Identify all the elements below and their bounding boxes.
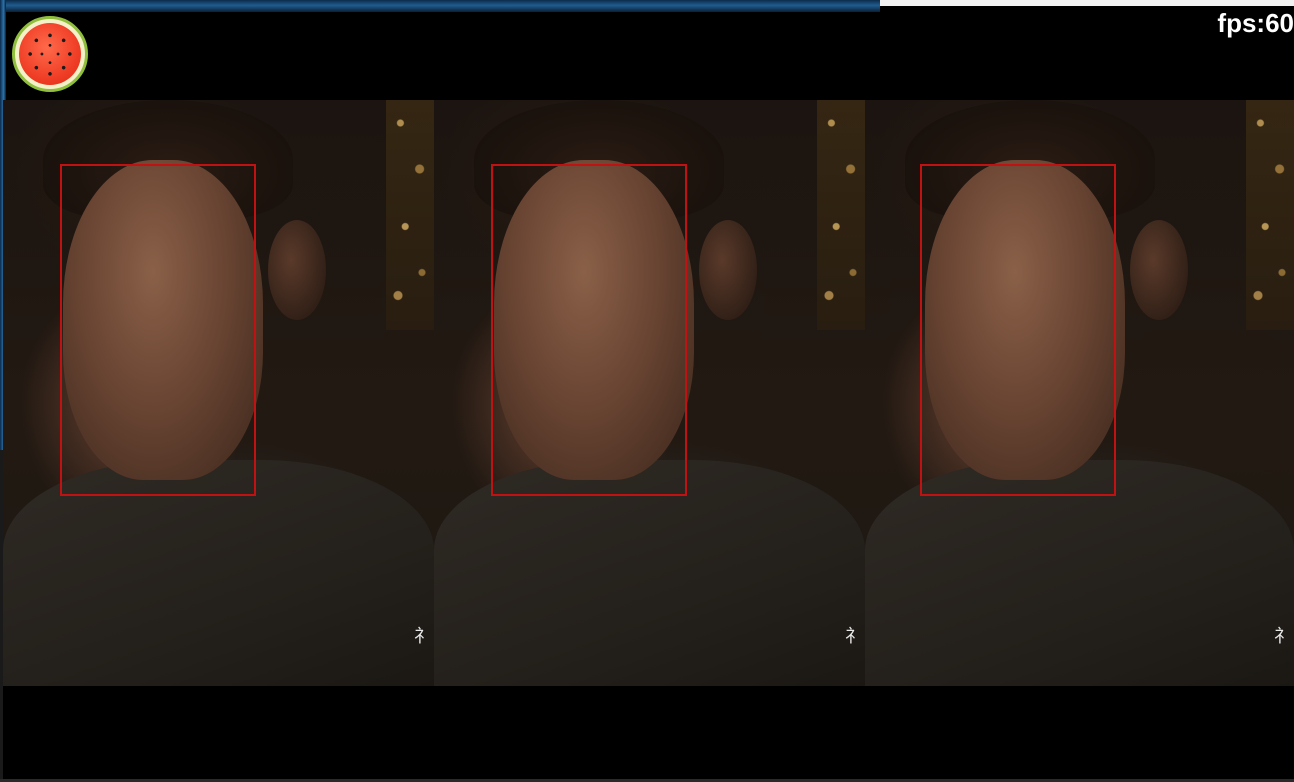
fps-counter: fps:60 xyxy=(1217,8,1294,38)
video-panel-2: 礻 xyxy=(434,100,865,686)
watermelon-seeds xyxy=(19,23,81,85)
face-detection-box xyxy=(491,164,687,496)
video-panel-1: 礻 xyxy=(3,100,434,686)
video-panel-3: 礻 xyxy=(865,100,1294,686)
window-frame-top xyxy=(0,0,880,12)
watermelon-icon[interactable] xyxy=(12,16,88,92)
subtitle-fragment: 礻 xyxy=(414,626,432,647)
app-window: fps:60 礻 礻 礻 xyxy=(0,0,1294,782)
face-detection-box xyxy=(920,164,1116,496)
subtitle-fragment: 礻 xyxy=(1274,626,1292,647)
background-bokeh xyxy=(386,100,434,330)
face-detection-box xyxy=(60,164,256,496)
video-strip: 礻 礻 礻 xyxy=(3,100,1294,686)
ear xyxy=(1130,220,1188,320)
background-bokeh xyxy=(817,100,865,330)
ear xyxy=(699,220,757,320)
window-frame-top-right xyxy=(880,0,1294,6)
background-bokeh xyxy=(1246,100,1294,330)
ear xyxy=(268,220,326,320)
subtitle-fragment: 礻 xyxy=(845,626,863,647)
